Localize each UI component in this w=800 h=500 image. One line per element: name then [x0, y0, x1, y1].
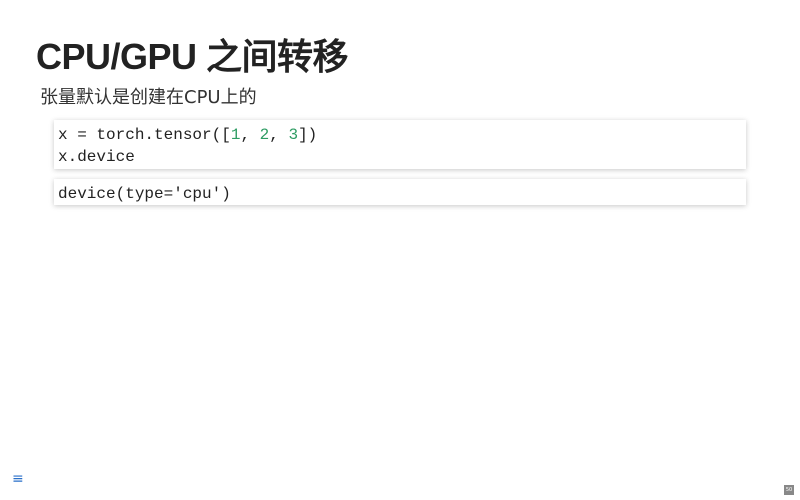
code-token: ,	[240, 126, 260, 144]
code-line: x.device	[58, 148, 135, 166]
hamburger-menu-icon[interactable]: ≡	[12, 471, 24, 487]
number-literal: 2	[259, 126, 270, 144]
slide-subtitle: 张量默认是创建在CPU上的	[40, 87, 257, 108]
slide-title: CPU/GPU 之间转移	[36, 36, 349, 77]
number-literal: 1	[230, 126, 241, 144]
code-line: x = torch.tensor([1, 2, 3])	[58, 124, 742, 146]
code-output-cell: device(type='cpu')	[54, 179, 746, 205]
code-input-cell[interactable]: x = torch.tensor([1, 2, 3]) x.device	[54, 120, 746, 169]
code-output-text: device(type='cpu')	[58, 185, 231, 203]
slide-number: 50	[784, 485, 794, 495]
code-token: ])	[298, 126, 318, 144]
code-token: ,	[269, 126, 289, 144]
number-literal: 3	[288, 126, 299, 144]
code-token: x = torch.tensor([	[58, 126, 231, 144]
